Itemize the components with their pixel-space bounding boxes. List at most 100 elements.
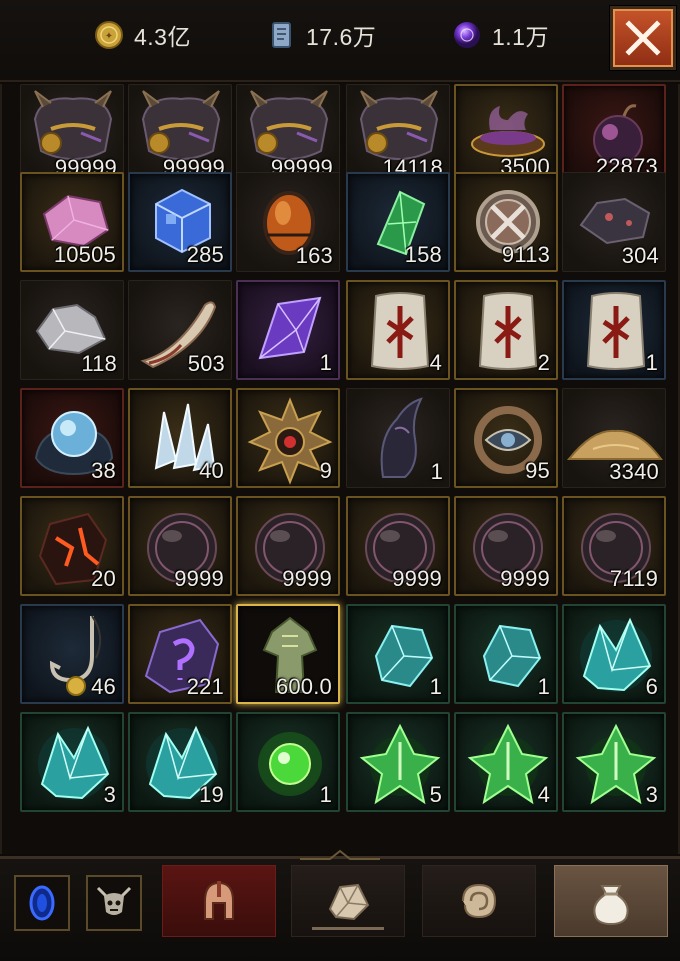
item-quantity: 163 [295, 243, 333, 268]
purple-orb-icon [454, 22, 480, 48]
inventory-item[interactable]: 14118 [346, 84, 450, 184]
item-quantity: 118 [81, 351, 117, 376]
inventory-item[interactable]: 20 [20, 496, 124, 596]
item-quantity: 503 [187, 351, 225, 376]
inventory-item[interactable]: 40 [128, 388, 232, 488]
gold-coin-icon: ✦ [95, 21, 123, 49]
tab-armor[interactable] [162, 865, 276, 937]
item-quantity: 4 [429, 350, 442, 375]
portal-button[interactable] [14, 875, 70, 931]
inventory-item[interactable]: 9 [236, 388, 340, 488]
inventory-item[interactable]: 221 [128, 604, 232, 704]
inventory-item[interactable]: 4 [346, 280, 450, 380]
item-quantity: 1 [429, 674, 442, 699]
ornament-divider [300, 849, 380, 860]
item-quantity: 3 [103, 782, 116, 807]
inventory-item[interactable]: 9999 [128, 496, 232, 596]
gold-amount: 4.3亿 [134, 24, 191, 50]
inventory-item[interactable]: 1 [236, 712, 340, 812]
loot-bag-icon [593, 885, 629, 926]
inventory-item[interactable]: 38 [20, 388, 124, 488]
demon-skull-icon [96, 886, 132, 915]
blue-scroll-icon [272, 22, 291, 48]
inventory-item[interactable]: 285 [128, 172, 232, 272]
inventory-item[interactable]: 1 [236, 280, 340, 380]
inventory-item[interactable]: 3 [562, 712, 666, 812]
item-quantity: 285 [186, 242, 224, 267]
item-quantity: 40 [199, 458, 224, 483]
inventory-item[interactable]: 600.0 [236, 604, 340, 704]
item-quantity: 1 [645, 350, 658, 375]
item-quantity: 1 [537, 674, 550, 699]
spartan-helmet-icon [204, 881, 234, 920]
orb-amount: 1.1万 [492, 24, 549, 50]
item-quantity: 1 [319, 350, 332, 375]
inventory-item[interactable]: 118 [20, 280, 124, 380]
currency-orb: 1.1万 [452, 18, 549, 52]
item-quantity: 158 [404, 242, 442, 267]
item-quantity: 10505 [53, 242, 116, 267]
inventory-item[interactable]: 95 [454, 388, 558, 488]
item-quantity: 5 [429, 782, 442, 807]
tab-material[interactable] [422, 865, 536, 937]
item-quantity: 9999 [392, 566, 442, 591]
inventory-item[interactable]: 1 [346, 388, 450, 488]
item-quantity: 4 [537, 782, 550, 807]
inventory-item[interactable]: 503 [128, 280, 232, 380]
inventory-item[interactable]: 7119 [562, 496, 666, 596]
inventory-item[interactable]: 6 [562, 604, 666, 704]
inventory-item[interactable]: 9999 [454, 496, 558, 596]
inventory-item[interactable]: 1 [346, 604, 450, 704]
inventory-item[interactable]: 19 [128, 712, 232, 812]
close-icon [625, 20, 661, 56]
inventory-item[interactable]: 99999 [20, 84, 124, 184]
svg-text:✦: ✦ [105, 31, 113, 42]
inventory-item[interactable]: 5 [346, 712, 450, 812]
inventory-item[interactable]: 2 [454, 280, 558, 380]
tab-gem[interactable] [291, 865, 405, 937]
bottom-tab-bar [0, 849, 680, 961]
inventory-item[interactable]: 304 [562, 172, 666, 272]
item-quantity: 6 [645, 674, 658, 699]
demon-button[interactable] [86, 875, 142, 931]
inventory-item[interactable]: 9999 [236, 496, 340, 596]
inventory-grid: 99999 99999 99999 14118 3500 22873 10505 [0, 84, 680, 854]
inventory-item[interactable]: 158 [346, 172, 450, 272]
item-quantity: 221 [186, 674, 224, 699]
close-button[interactable] [610, 6, 676, 70]
inventory-item[interactable]: 46 [20, 604, 124, 704]
tab-bag[interactable] [554, 865, 668, 937]
inventory-item[interactable]: 99999 [128, 84, 232, 184]
item-quantity: 20 [91, 566, 116, 591]
item-quantity: 95 [525, 458, 550, 483]
swirl-stone-icon [462, 883, 497, 919]
item-quantity: 1 [319, 782, 332, 807]
inventory-item[interactable]: 99999 [236, 84, 340, 184]
item-quantity: 46 [91, 674, 116, 699]
scroll-amount: 17.6万 [306, 24, 377, 50]
inventory-item[interactable]: 9999 [346, 496, 450, 596]
inventory-item[interactable]: 22873 [562, 84, 666, 184]
currency-gold: ✦ 4.3亿 [94, 18, 191, 52]
item-quantity: 3340 [609, 459, 659, 484]
inventory-item[interactable]: 9113 [454, 172, 558, 272]
inventory-item[interactable]: 4 [454, 712, 558, 812]
inventory-item[interactable]: 3340 [562, 388, 666, 488]
item-quantity: 9999 [282, 566, 332, 591]
currency-scroll: 17.6万 [266, 18, 376, 52]
item-quantity: 2 [537, 350, 550, 375]
item-quantity: 9 [319, 458, 332, 483]
item-quantity: 7119 [609, 566, 658, 591]
item-quantity: 3 [645, 782, 658, 807]
item-quantity: 9999 [500, 566, 550, 591]
inventory-item[interactable]: 1 [562, 280, 666, 380]
inventory-item[interactable]: 10505 [20, 172, 124, 272]
inventory-item[interactable]: 163 [236, 172, 340, 272]
currency-bar: ✦ 4.3亿 17.6万 1.1万 [0, 0, 680, 82]
item-quantity: 1 [430, 459, 443, 484]
inventory-item[interactable]: 3500 [454, 84, 558, 184]
inventory-item[interactable]: 1 [454, 604, 558, 704]
item-quantity: 9999 [174, 566, 224, 591]
inventory-item[interactable]: 3 [20, 712, 124, 812]
item-quantity: 38 [91, 458, 116, 483]
